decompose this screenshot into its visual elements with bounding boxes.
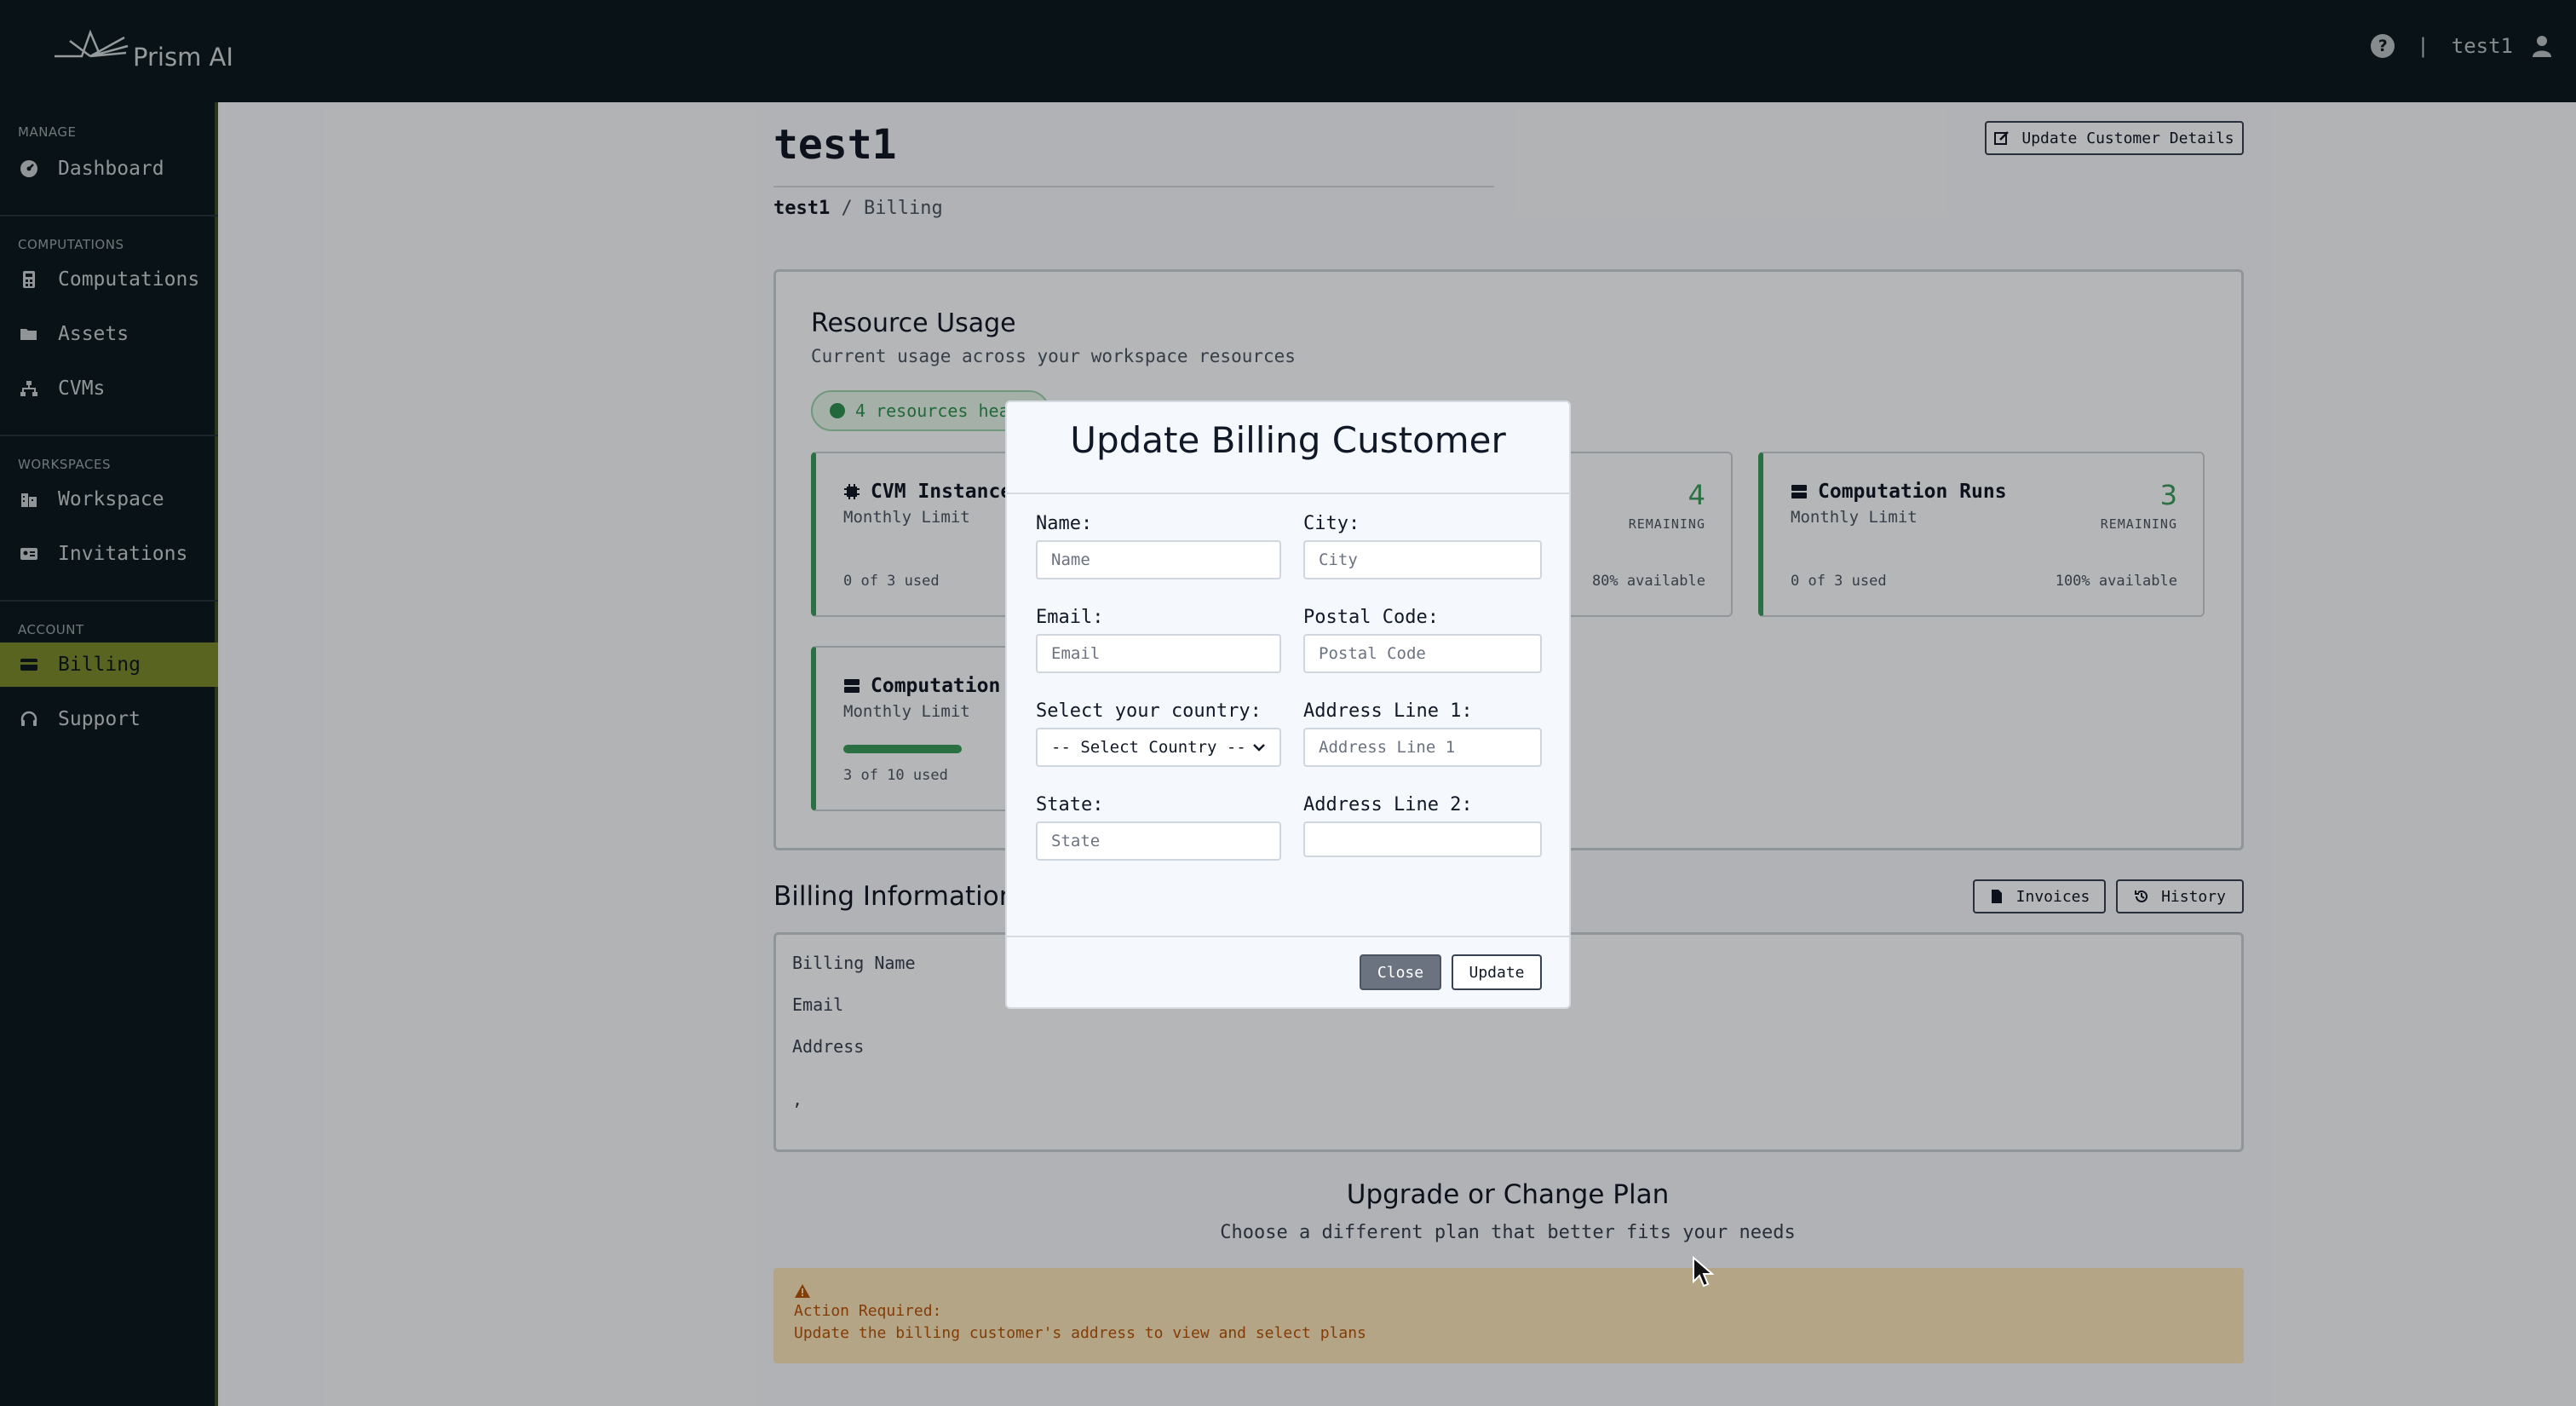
address-line-2-input[interactable] (1303, 821, 1542, 857)
update-button[interactable]: Update (1452, 954, 1542, 990)
mouse-cursor-icon (1692, 1256, 1714, 1288)
address-line-2-label: Address Line 2: (1303, 794, 1473, 815)
modal-title: Update Billing Customer (1070, 419, 1506, 461)
email-input[interactable] (1036, 634, 1281, 673)
chevron-down-icon (1253, 744, 1265, 752)
address-line-1-label: Address Line 1: (1303, 700, 1473, 722)
update-billing-customer-modal: Update Billing Customer Name: City: Emai… (1005, 400, 1571, 1009)
email-label: Email: (1036, 607, 1104, 628)
name-input[interactable] (1036, 540, 1281, 579)
address-line-1-input[interactable] (1303, 728, 1542, 767)
country-label: Select your country: (1036, 700, 1262, 722)
city-input[interactable] (1303, 540, 1542, 579)
state-label: State: (1036, 794, 1104, 815)
close-button[interactable]: Close (1360, 954, 1441, 990)
modal-header-divider (1007, 493, 1569, 494)
modal-footer-divider (1007, 936, 1569, 937)
city-label: City: (1303, 513, 1360, 534)
country-select-value: -- Select Country -- (1051, 738, 1246, 757)
postal-code-label: Postal Code: (1303, 607, 1439, 628)
postal-code-input[interactable] (1303, 634, 1542, 673)
state-input[interactable] (1036, 821, 1281, 861)
name-label: Name: (1036, 513, 1093, 534)
country-select[interactable]: -- Select Country -- (1036, 728, 1281, 767)
